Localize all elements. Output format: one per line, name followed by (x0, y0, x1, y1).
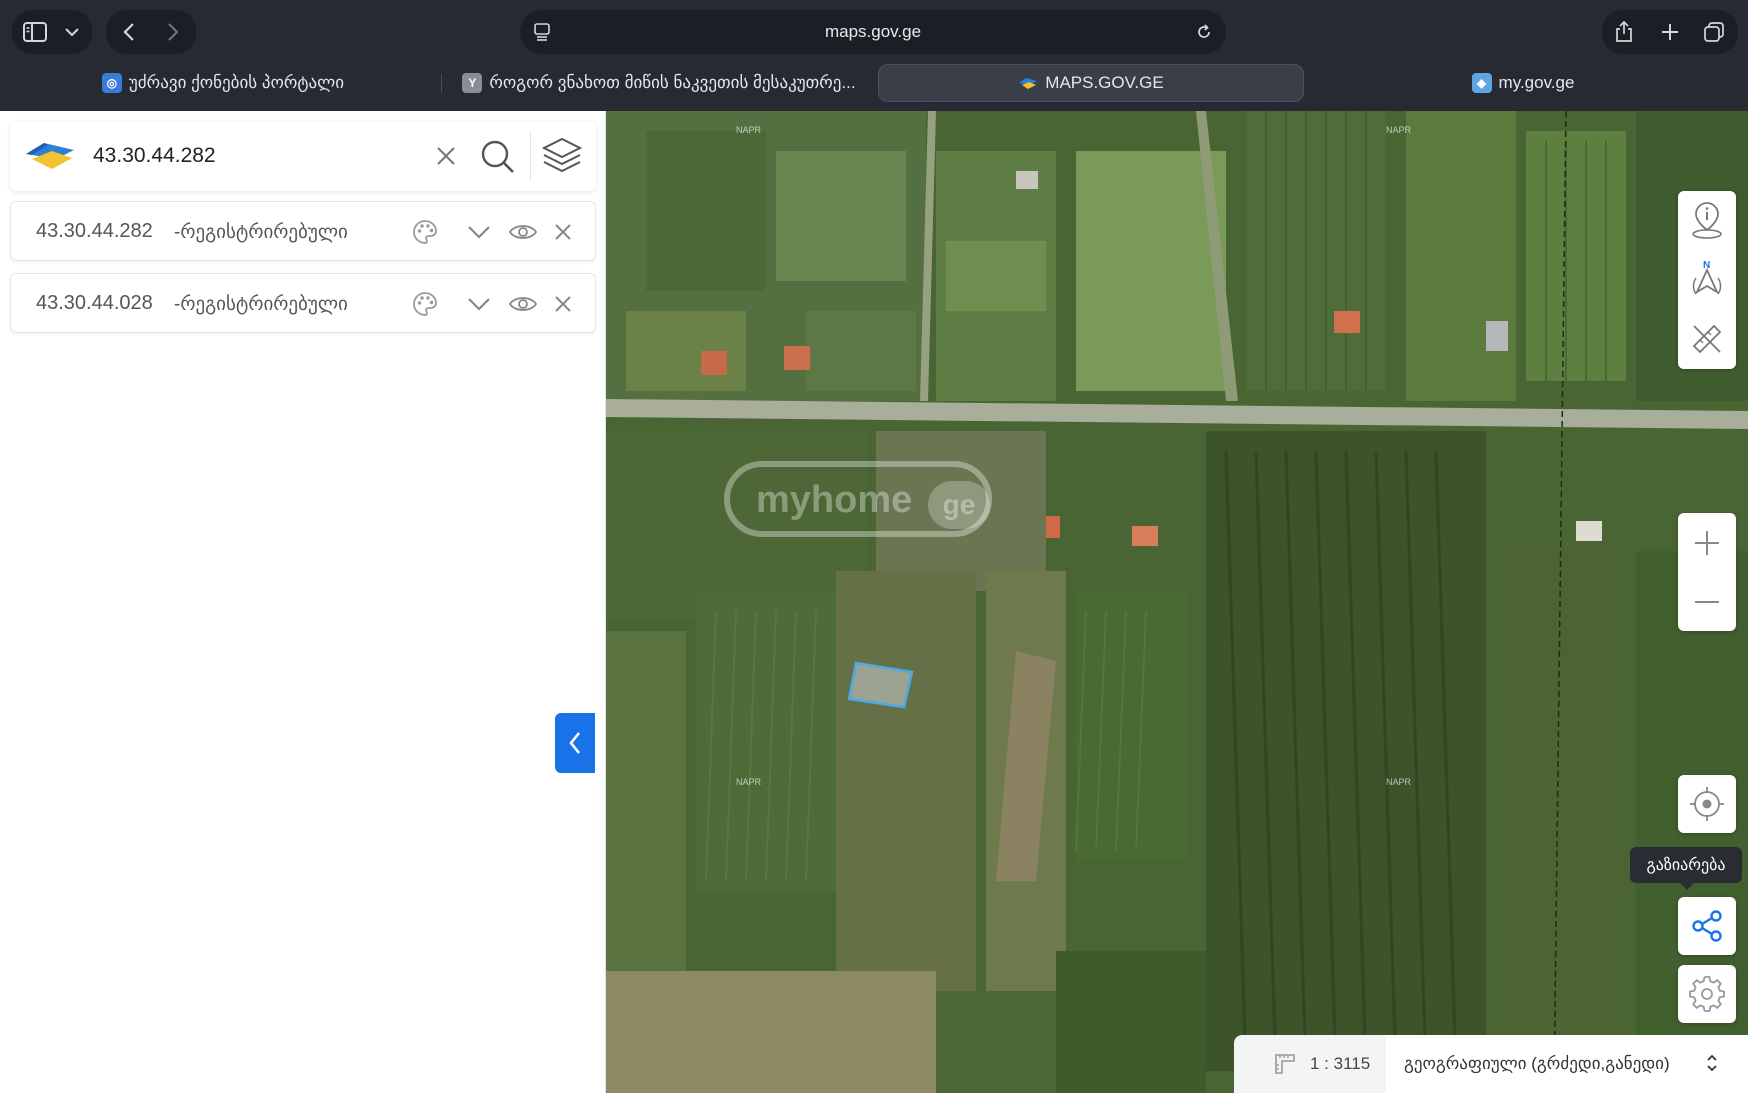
ruler-pencil-icon (1692, 324, 1722, 354)
zoom-controls (1678, 513, 1736, 631)
updown-chevron-icon (1706, 1053, 1718, 1078)
back-icon[interactable] (118, 21, 140, 43)
sidebar-toggle-group[interactable] (12, 10, 92, 54)
tab-overview-icon[interactable] (1702, 20, 1726, 44)
reload-icon[interactable] (1194, 22, 1214, 42)
clear-icon[interactable] (434, 144, 458, 173)
close-icon[interactable] (549, 218, 577, 246)
info-button[interactable] (1678, 191, 1736, 249)
compass-icon: N (1692, 260, 1722, 295)
share-map-button[interactable] (1678, 897, 1736, 955)
chevron-left-icon (569, 732, 581, 754)
close-icon[interactable] (549, 290, 577, 318)
search-box (10, 121, 596, 191)
sidebar-icon[interactable] (22, 20, 48, 44)
map-view[interactable]: myhome ge NAPR NAPR NAPR NAPR N გაზიარებ… (606, 111, 1748, 1093)
gear-icon (1689, 976, 1725, 1012)
compass-button[interactable]: N (1678, 249, 1736, 309)
tab-bar: ◎ უძრავი ქონების პორტალი Y როგორ ვნახოთ … (8, 64, 1740, 102)
watermark-suffix: ge (928, 481, 990, 529)
projection-value: გეოგრაფიული (გრძედი,განედი) (1404, 1054, 1670, 1073)
satellite-imagery (606, 111, 1748, 1093)
maps-favicon-icon (1018, 73, 1038, 93)
imagery-label: NAPR (1386, 777, 1412, 787)
tab-label: my.gov.ge (1498, 73, 1575, 92)
zoom-in-button[interactable] (1678, 513, 1736, 572)
forward-icon[interactable] (162, 21, 184, 43)
result-item[interactable]: 43.30.44.028 -რეგისტრირებული (10, 273, 596, 333)
eye-icon[interactable] (509, 218, 537, 246)
chevron-down-icon[interactable] (465, 290, 493, 318)
cadastral-code: 43.30.44.282 (36, 220, 153, 242)
chevron-down-icon[interactable] (62, 24, 82, 40)
divider (530, 131, 531, 181)
chevron-down-icon[interactable] (465, 218, 493, 246)
nav-buttons (106, 10, 196, 54)
search-panel: 43.30.44.282 -რეგისტრირებული 43.30.44.02… (0, 111, 606, 1093)
share-icon[interactable] (1612, 20, 1636, 44)
palette-icon[interactable] (411, 290, 439, 318)
palette-icon[interactable] (411, 218, 439, 246)
registration-status: -რეგისტრირებული (174, 294, 348, 315)
watermark-text: myhome (756, 479, 913, 521)
imagery-label: NAPR (736, 777, 762, 787)
minus-icon (1695, 600, 1719, 603)
imagery-label: NAPR (1386, 125, 1412, 135)
napr-logo (24, 139, 76, 178)
collapse-panel-button[interactable] (555, 713, 595, 773)
tab-label: MAPS.GOV.GE (1045, 73, 1164, 92)
crosshair-icon (1690, 787, 1724, 821)
window-actions (1602, 10, 1738, 54)
share-tooltip: გაზიარება (1630, 847, 1742, 890)
imagery-label: NAPR (736, 125, 762, 135)
cadastral-code: 43.30.44.028 (36, 292, 153, 314)
locate-button[interactable] (1678, 775, 1736, 833)
url-text: maps.gov.ge (824, 22, 922, 41)
tab-article[interactable]: Y როგორ ვნახოთ მიწის ნაკვეთის მესაკუთრე.… (444, 64, 874, 102)
tab-label: როგორ ვნახოთ მიწის ნაკვეთის მესაკუთრე... (489, 73, 856, 92)
measure-button[interactable] (1678, 309, 1736, 369)
y-favicon-icon: Y (462, 73, 483, 93)
plus-icon (1695, 530, 1719, 555)
scale-bar: 1 : 3115 გეოგრაფიული (გრძედი,განედი) (1234, 1035, 1748, 1093)
browser-toolbar: maps.gov.ge ◎ უძრავი ქონების პორტალი Y რ… (0, 0, 1748, 111)
projection-select[interactable]: გეოგრაფიული (გრძედი,განედი) (1386, 1035, 1748, 1093)
eye-icon[interactable] (509, 290, 537, 318)
map-tools: N (1678, 191, 1736, 369)
watermark: myhome ge (724, 461, 992, 537)
share-nodes-icon (1692, 910, 1722, 942)
new-tab-icon[interactable] (1658, 20, 1682, 44)
mygov-favicon-icon: ◈ (1471, 73, 1492, 93)
info-pin-icon (1692, 202, 1722, 239)
search-input[interactable] (93, 141, 413, 171)
layers-icon[interactable] (541, 137, 583, 180)
result-item[interactable]: 43.30.44.282 -რეგისტრირებული (10, 201, 596, 261)
tab-maps-gov-ge[interactable]: MAPS.GOV.GE (878, 64, 1304, 102)
tab-my-gov-ge[interactable]: ◈ my.gov.ge (1308, 64, 1738, 102)
zoom-out-button[interactable] (1678, 572, 1736, 631)
search-icon[interactable] (480, 139, 516, 180)
settings-button[interactable] (1678, 965, 1736, 1023)
ruler-icon (1274, 1053, 1296, 1080)
scale-value: 1 : 3115 (1310, 1054, 1371, 1073)
portal-favicon-icon: ◎ (101, 73, 122, 93)
tab-label: უძრავი ქონების პორტალი (128, 73, 345, 92)
address-bar[interactable]: maps.gov.ge (520, 10, 1226, 54)
tab-portal[interactable]: ◎ უძრავი ქონების პორტალი (8, 64, 438, 102)
registration-status: -რეგისტრირებული (174, 222, 348, 243)
